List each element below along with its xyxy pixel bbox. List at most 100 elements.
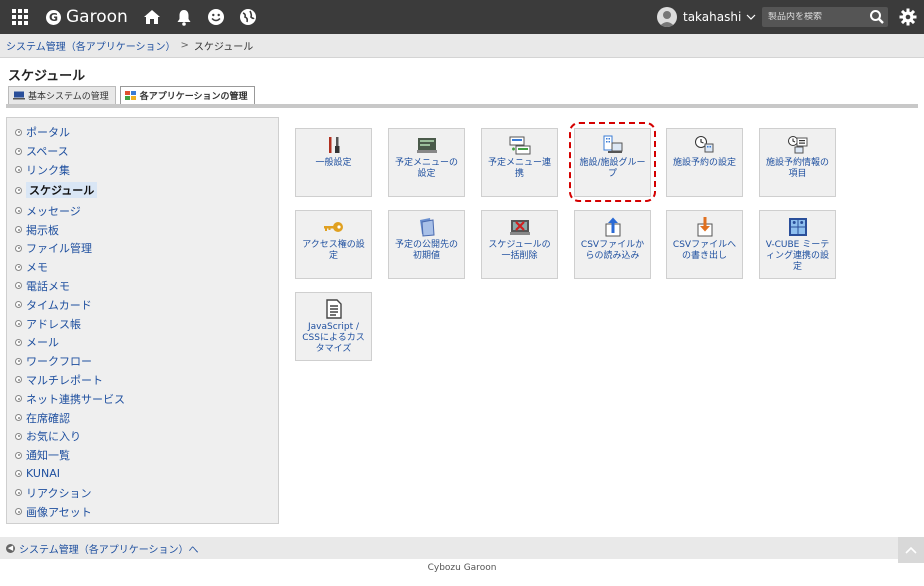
sidebar-item-label: リンク集 [26, 163, 70, 177]
scroll-to-top-button[interactable] [898, 537, 924, 563]
breadcrumb: システム管理（各アプリケーション） > スケジュール [0, 34, 924, 58]
tile-access-rights[interactable]: アクセス権の設定 [295, 210, 372, 279]
facility-clock-icon [694, 135, 716, 155]
sidebar-item-label: ポータル [26, 126, 70, 140]
highlight-annotation [569, 122, 656, 202]
sidebar-item-file[interactable]: ファイル管理 [7, 239, 278, 258]
tile-menu-settings[interactable]: 予定メニューの設定 [388, 128, 465, 197]
import-icon [602, 217, 624, 237]
sidebar-item-kunai[interactable]: KUNAI [7, 465, 278, 484]
tile-label: CSVファイルへの書き出し [672, 240, 737, 261]
bullet-icon [15, 147, 22, 155]
bullet-icon [15, 320, 22, 328]
user-name: takahashi [683, 10, 742, 24]
sidebar-item-portal[interactable]: ポータル [7, 123, 278, 142]
breadcrumb-parent-link[interactable]: システム管理（各アプリケーション） [6, 38, 176, 53]
sidebar-item-reaction[interactable]: リアクション [7, 483, 278, 502]
globe-button[interactable] [232, 0, 264, 34]
tile-vcube-settings[interactable]: V-CUBE ミーティング連携の設定 [759, 210, 836, 279]
bullet-icon [15, 395, 22, 403]
sidebar-item-workflow[interactable]: ワークフロー [7, 352, 278, 371]
vcube-icon [787, 217, 809, 237]
tile-general-settings[interactable]: 一般設定 [295, 128, 372, 197]
tab-label: 基本システムの管理 [28, 92, 109, 102]
search-icon [870, 10, 884, 24]
tile-js-css-customize[interactable]: JavaScript / CSSによるカスタマイズ [295, 292, 372, 361]
home-button[interactable] [136, 0, 168, 34]
grid-icon [12, 9, 28, 25]
back-link[interactable]: システム管理（各アプリケーション）へ [19, 541, 199, 556]
sidebar-item-presence[interactable]: 在席確認 [7, 408, 278, 427]
bell-icon [177, 9, 191, 26]
back-bar: ◀ システム管理（各アプリケーション）へ [0, 537, 924, 559]
bullet-icon [15, 282, 22, 290]
sidebar-item-bulletin[interactable]: 掲示板 [7, 220, 278, 239]
app-menu-button[interactable] [0, 0, 40, 34]
search-input[interactable] [762, 12, 862, 22]
sidebar-item-favorites[interactable]: お気に入り [7, 427, 278, 446]
sidebar-item-label: 通知一覧 [26, 449, 70, 463]
tile-label: 予定メニュー連携 [487, 158, 551, 179]
sidebar-item-label: 在席確認 [26, 411, 70, 425]
tools-icon [323, 135, 345, 155]
bullet-icon [15, 166, 22, 174]
bullet-icon [15, 470, 22, 478]
document-icon [323, 299, 345, 319]
key-icon [323, 217, 345, 237]
sidebar-item-phone-memo[interactable]: 電話メモ [7, 277, 278, 296]
bullet-icon [15, 451, 22, 459]
menu-book-icon [416, 135, 438, 155]
apps-icon [124, 91, 137, 100]
sidebar-item-multi-report[interactable]: マルチレポート [7, 371, 278, 390]
facility-info-icon [787, 135, 809, 155]
sidebar-item-schedule[interactable]: スケジュール [7, 179, 278, 201]
sidebar-item-label: ファイル管理 [26, 242, 92, 256]
gear-icon [899, 8, 917, 26]
tab-bar: 基本システムの管理 各アプリケーションの管理 [8, 86, 259, 104]
sidebar-item-timecard[interactable]: タイムカード [7, 295, 278, 314]
tile-bulk-delete[interactable]: スケジュールの一括削除 [481, 210, 558, 279]
back-arrow-icon: ◀ [6, 543, 15, 553]
search-button[interactable] [869, 9, 885, 28]
smiley-icon [207, 9, 224, 25]
notification-button[interactable] [168, 0, 200, 34]
bullet-icon [15, 414, 22, 422]
tab-label: 各アプリケーションの管理 [139, 92, 248, 102]
sidebar-item-label: メッセージ [26, 204, 81, 218]
tile-label: 施設予約情報の項目 [765, 158, 829, 179]
sidebar-item-space[interactable]: スペース [7, 142, 278, 161]
bullet-icon [15, 128, 22, 136]
tile-menu-link[interactable]: 予定メニュー連携 [481, 128, 558, 197]
tile-csv-import[interactable]: CSVファイルからの読み込み [574, 210, 651, 279]
sidebar-item-net-service[interactable]: ネット連携サービス [7, 389, 278, 408]
settings-button[interactable] [899, 8, 917, 29]
tab-applications[interactable]: 各アプリケーションの管理 [119, 86, 255, 104]
search-box [762, 7, 888, 27]
tile-facility-reservation[interactable]: 施設予約の設定 [666, 128, 743, 197]
sidebar-item-label: ネット連携サービス [26, 392, 125, 406]
sidebar-item-message[interactable]: メッセージ [7, 201, 278, 220]
user-menu[interactable]: takahashi [657, 0, 756, 34]
tab-basic-system[interactable]: 基本システムの管理 [8, 86, 116, 104]
tile-label: V-CUBE ミーティング連携の設定 [765, 240, 830, 272]
export-icon [694, 217, 716, 237]
tile-facility-info-items[interactable]: 施設予約情報の項目 [759, 128, 836, 197]
page-title: スケジュール [8, 69, 86, 84]
tile-csv-export[interactable]: CSVファイルへの書き出し [666, 210, 743, 279]
sidebar-item-label: マルチレポート [26, 373, 103, 387]
bullet-icon [15, 301, 22, 309]
sidebar-item-notifications[interactable]: 通知一覧 [7, 446, 278, 465]
sidebar-item-image-asset[interactable]: 画像アセット [7, 502, 278, 521]
sidebar-item-label: 電話メモ [26, 279, 70, 293]
tile-publish-default[interactable]: 予定の公開先の初期値 [388, 210, 465, 279]
garoon-logo[interactable]: G Garoon [46, 7, 128, 27]
presence-button[interactable] [200, 0, 232, 34]
breadcrumb-separator: > [180, 40, 189, 51]
sidebar-item-links[interactable]: リンク集 [7, 161, 278, 180]
sidebar-item-label: お気に入り [26, 430, 81, 444]
sidebar-item-mail[interactable]: メール [7, 333, 278, 352]
sidebar-item-memo[interactable]: メモ [7, 258, 278, 277]
tile-label: 予定の公開先の初期値 [394, 240, 458, 261]
sidebar-item-address-book[interactable]: アドレス帳 [7, 314, 278, 333]
folder-icon [416, 217, 438, 237]
